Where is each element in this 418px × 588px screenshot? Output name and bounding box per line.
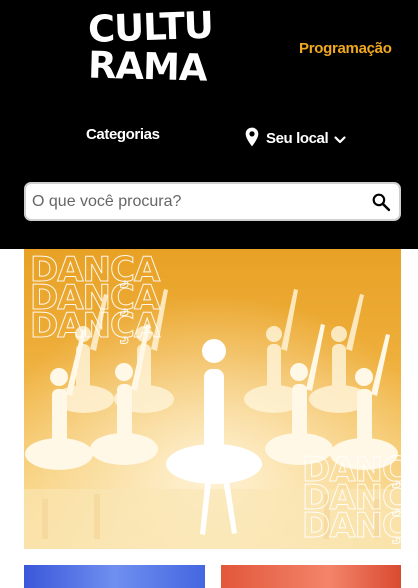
event-card-thumbnail[interactable] [221,565,401,588]
site-header: CULTU RAMA Programação Categorias Seu lo… [0,0,418,249]
location-pin-icon [245,127,259,147]
chevron-down-icon [334,135,346,143]
logo-line-2: RAMA [87,43,208,90]
location-label: Seu local [266,129,329,147]
location-selector[interactable]: Seu local [244,126,347,148]
culturama-logo[interactable]: CULTU RAMA [87,3,214,92]
ballet-dancers-image: DANÇA DANÇA DANÇA DANÇA DANÇA DANÇA [24,249,401,549]
banner-word-top-3: DANÇA [30,306,161,346]
categorias-link[interactable]: Categorias [86,126,160,143]
programacao-link[interactable]: Programação [299,40,392,57]
featured-banner-danca[interactable]: DANÇA DANÇA DANÇA DANÇA DANÇA DANÇA [24,249,401,549]
banner-word-bottom-3: DANÇA [302,506,401,546]
search-icon[interactable] [371,192,391,212]
search-input[interactable] [32,189,362,215]
logo-line-1: CULTU [87,3,214,52]
event-card-thumbnail[interactable] [24,565,205,588]
search-bar [24,182,401,221]
